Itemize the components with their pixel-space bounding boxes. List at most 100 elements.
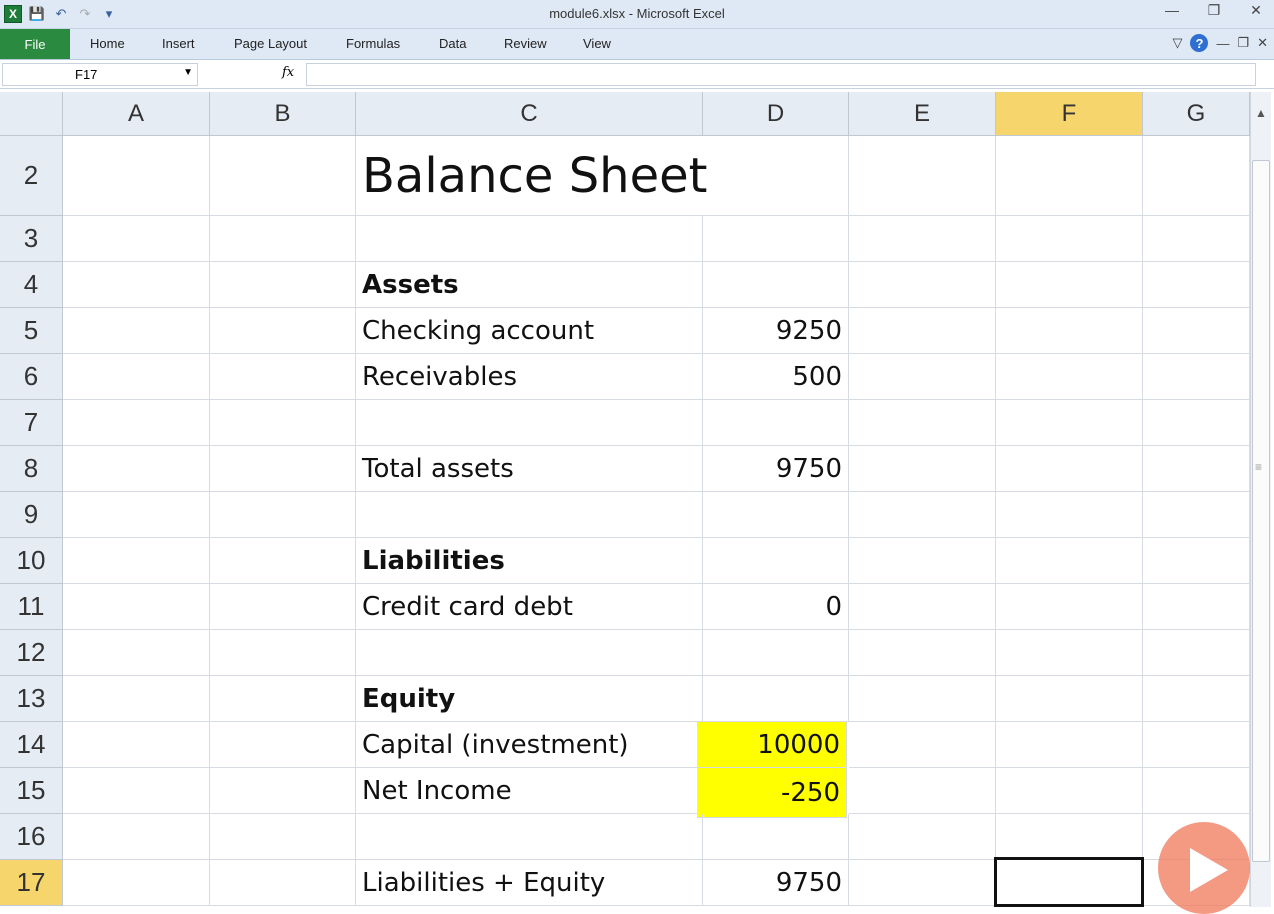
tab-view[interactable]: View: [583, 36, 611, 51]
cell-a[interactable]: [63, 216, 210, 262]
cell-e[interactable]: [849, 400, 996, 446]
row-header[interactable]: 8: [0, 446, 63, 492]
cell-c[interactable]: Capital (investment): [356, 722, 703, 768]
cell-g[interactable]: [1143, 262, 1250, 308]
cell-c[interactable]: [356, 400, 703, 446]
cell-b[interactable]: [210, 676, 356, 722]
cell-g[interactable]: [1143, 136, 1250, 216]
cell-b[interactable]: [210, 136, 356, 216]
workbook-minimize-icon[interactable]: —: [1216, 36, 1229, 51]
cell-a[interactable]: [63, 584, 210, 630]
tab-data[interactable]: Data: [439, 36, 466, 51]
row-header[interactable]: 16: [0, 814, 63, 860]
cell-g[interactable]: [1143, 676, 1250, 722]
cell-d[interactable]: 9750: [703, 446, 849, 492]
cell-d[interactable]: 0: [703, 584, 849, 630]
cell-a[interactable]: [63, 308, 210, 354]
cell-f[interactable]: [996, 446, 1143, 492]
cell-c[interactable]: Receivables: [356, 354, 703, 400]
restore-icon[interactable]: ❐: [1202, 2, 1226, 19]
cell-f[interactable]: [996, 676, 1143, 722]
cell-d[interactable]: [703, 630, 849, 676]
insert-function-icon[interactable]: fx: [282, 65, 294, 80]
cell-a[interactable]: [63, 492, 210, 538]
cell-e[interactable]: [849, 722, 996, 768]
section-heading-assets[interactable]: Assets: [356, 262, 703, 308]
help-icon[interactable]: ?: [1190, 34, 1209, 52]
cell-g[interactable]: [1143, 308, 1250, 354]
cell-b[interactable]: [210, 814, 356, 860]
cell-f[interactable]: [996, 400, 1143, 446]
column-header-a[interactable]: A: [63, 92, 210, 136]
tab-file[interactable]: File: [0, 29, 70, 59]
column-header-b[interactable]: B: [210, 92, 356, 136]
cell-f[interactable]: [996, 216, 1143, 262]
cell-g[interactable]: [1143, 446, 1250, 492]
cell-e[interactable]: [849, 262, 996, 308]
cell-b[interactable]: [210, 262, 356, 308]
sheet-title-cell[interactable]: Balance Sheet: [356, 136, 707, 216]
cell-a[interactable]: [63, 262, 210, 308]
cell-d[interactable]: [703, 400, 849, 446]
cell-b[interactable]: [210, 446, 356, 492]
cell-b[interactable]: [210, 860, 356, 906]
row-header[interactable]: 5: [0, 308, 63, 354]
cell-e[interactable]: [849, 768, 996, 814]
active-cell-cursor[interactable]: [994, 857, 1144, 907]
row-header[interactable]: 4: [0, 262, 63, 308]
cell-d[interactable]: [703, 814, 849, 860]
workbook-close-icon[interactable]: ✕: [1257, 35, 1268, 51]
cell-e[interactable]: [849, 308, 996, 354]
cell-e[interactable]: [849, 630, 996, 676]
cell-a[interactable]: [63, 814, 210, 860]
cell-a[interactable]: [63, 136, 210, 216]
cell-b[interactable]: [210, 630, 356, 676]
cell-b[interactable]: [210, 216, 356, 262]
cell-c[interactable]: Total assets: [356, 446, 703, 492]
row-header[interactable]: 11: [0, 584, 63, 630]
cell-g[interactable]: [1143, 722, 1250, 768]
cell-b[interactable]: [210, 400, 356, 446]
row-header[interactable]: 6: [0, 354, 63, 400]
column-header-d[interactable]: D: [703, 92, 849, 136]
vertical-scrollbar[interactable]: ▲ ≡: [1250, 92, 1271, 907]
cell-e[interactable]: [849, 446, 996, 492]
cell-e[interactable]: [849, 136, 996, 216]
cell-g[interactable]: [1143, 538, 1250, 584]
cell-c[interactable]: Net Income: [356, 768, 703, 814]
highlighted-cell-d[interactable]: 10000: [697, 722, 847, 768]
cell-b[interactable]: [210, 538, 356, 584]
name-box[interactable]: F17 ▼: [2, 63, 198, 86]
cell-d[interactable]: [703, 538, 849, 584]
row-header[interactable]: 14: [0, 722, 63, 768]
row-header[interactable]: 9: [0, 492, 63, 538]
cell-b[interactable]: [210, 584, 356, 630]
row-header-selected[interactable]: 17: [0, 860, 63, 906]
cell-e[interactable]: [849, 216, 996, 262]
cell-a[interactable]: [63, 400, 210, 446]
cell-a[interactable]: [63, 630, 210, 676]
cell-c[interactable]: [356, 630, 703, 676]
cell-f[interactable]: [996, 308, 1143, 354]
cell-c[interactable]: Liabilities + Equity: [356, 860, 703, 906]
minimize-ribbon-icon[interactable]: ▽: [1172, 35, 1182, 51]
cell-c[interactable]: [356, 216, 703, 262]
cell-g[interactable]: [1143, 768, 1250, 814]
cell-c[interactable]: [356, 492, 703, 538]
scrollbar-thumb[interactable]: [1252, 160, 1270, 862]
cell-g[interactable]: [1143, 630, 1250, 676]
tab-review[interactable]: Review: [504, 36, 547, 51]
chevron-down-icon[interactable]: ▼: [183, 67, 193, 78]
cell-d[interactable]: 500: [703, 354, 849, 400]
row-header[interactable]: 10: [0, 538, 63, 584]
cell-e[interactable]: [849, 814, 996, 860]
cell-f[interactable]: [996, 584, 1143, 630]
cell-a[interactable]: [63, 722, 210, 768]
row-header[interactable]: 3: [0, 216, 63, 262]
cell-d[interactable]: [703, 262, 849, 308]
cell-b[interactable]: [210, 354, 356, 400]
section-heading-equity[interactable]: Equity: [356, 676, 703, 722]
cell-b[interactable]: [210, 768, 356, 814]
formula-input[interactable]: [306, 63, 1256, 86]
cell-a[interactable]: [63, 354, 210, 400]
